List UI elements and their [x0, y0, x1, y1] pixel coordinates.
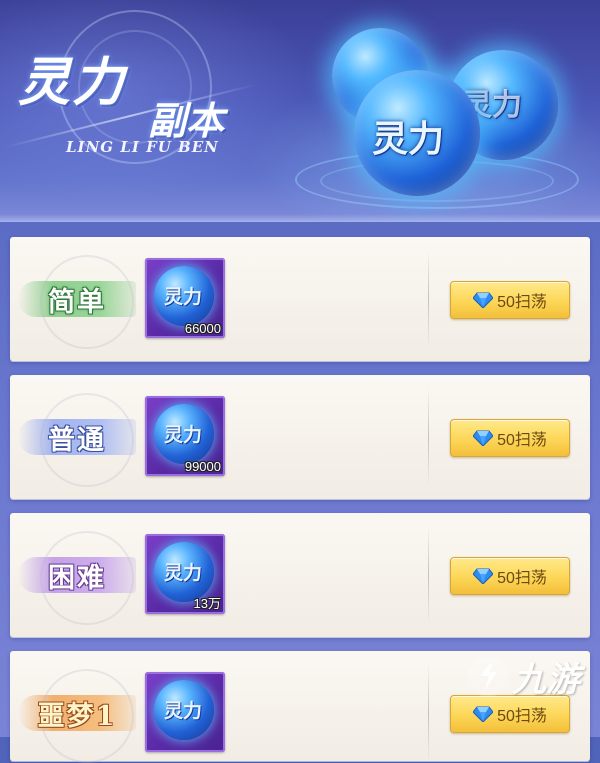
sweep-button-label: 50扫荡 — [497, 570, 547, 587]
spirit-orb-icon: 灵力 — [154, 266, 214, 326]
blue-diamond-icon — [473, 706, 494, 722]
page-title-english: LING LI FU BEN — [66, 138, 219, 156]
sweep-button-label: 50扫荡 — [497, 294, 547, 311]
row-divider — [428, 525, 429, 625]
difficulty-badge: 噩梦1 — [18, 669, 136, 763]
spirit-orb-icon: 灵力 — [354, 70, 480, 196]
reward-quantity: 66000 — [184, 321, 221, 336]
blue-diamond-icon — [473, 292, 494, 308]
orb-label: 灵力 — [372, 118, 445, 160]
difficulty-badge: 普通 — [18, 393, 136, 487]
difficulty-label: 困难 — [48, 562, 106, 594]
item-orb-label: 灵力 — [164, 562, 203, 584]
sweep-button[interactable]: 50扫荡 — [450, 419, 570, 457]
reward-quantity: 13万 — [193, 596, 221, 611]
reward-item-slot[interactable]: 灵力 66000 — [145, 258, 225, 338]
site-watermark: 九游 — [468, 652, 580, 701]
reward-quantity: 99000 — [184, 459, 221, 474]
sweep-button-label: 50扫荡 — [497, 432, 547, 449]
spirit-orb-icon: 灵力 — [154, 404, 214, 464]
reward-item-slot[interactable]: 灵力 — [145, 672, 225, 752]
reward-item-slot[interactable]: 灵力 13万 — [145, 534, 225, 614]
reward-item-slot[interactable]: 灵力 99000 — [145, 396, 225, 476]
item-orb-label: 灵力 — [164, 424, 203, 446]
row-divider — [428, 249, 429, 349]
sweep-button-label: 50扫荡 — [497, 708, 547, 725]
row-divider — [428, 663, 429, 763]
difficulty-badge: 困难 — [18, 531, 136, 625]
item-orb-label: 灵力 — [164, 286, 203, 308]
sweep-button[interactable]: 50扫荡 — [450, 557, 570, 595]
watermark-text: 九游 — [512, 660, 580, 700]
difficulty-label: 普通 — [48, 424, 106, 456]
blue-diamond-icon — [473, 430, 494, 446]
difficulty-label: 噩梦1 — [37, 700, 117, 732]
spirit-orb-icon: 灵力 — [154, 680, 214, 740]
dungeon-row-easy: 简单 灵力 66000 50扫荡 — [10, 237, 590, 361]
dungeon-row-hard: 困难 灵力 13万 50扫荡 — [10, 513, 590, 637]
page-title-part2: 副本 — [148, 98, 225, 143]
difficulty-badge: 简单 — [18, 255, 136, 349]
page-title-part1: 灵力 — [18, 52, 127, 113]
sweep-button[interactable]: 50扫荡 — [450, 281, 570, 319]
row-divider — [428, 387, 429, 487]
blue-diamond-icon — [473, 568, 494, 584]
dungeon-header-banner: 灵力 副本 LING LI FU BEN 灵力 灵力 — [0, 0, 600, 222]
dungeon-row-normal: 普通 灵力 99000 50扫荡 — [10, 375, 590, 499]
watermark-logo-icon — [468, 656, 508, 697]
difficulty-label: 简单 — [48, 286, 106, 318]
item-orb-label: 灵力 — [164, 700, 203, 722]
